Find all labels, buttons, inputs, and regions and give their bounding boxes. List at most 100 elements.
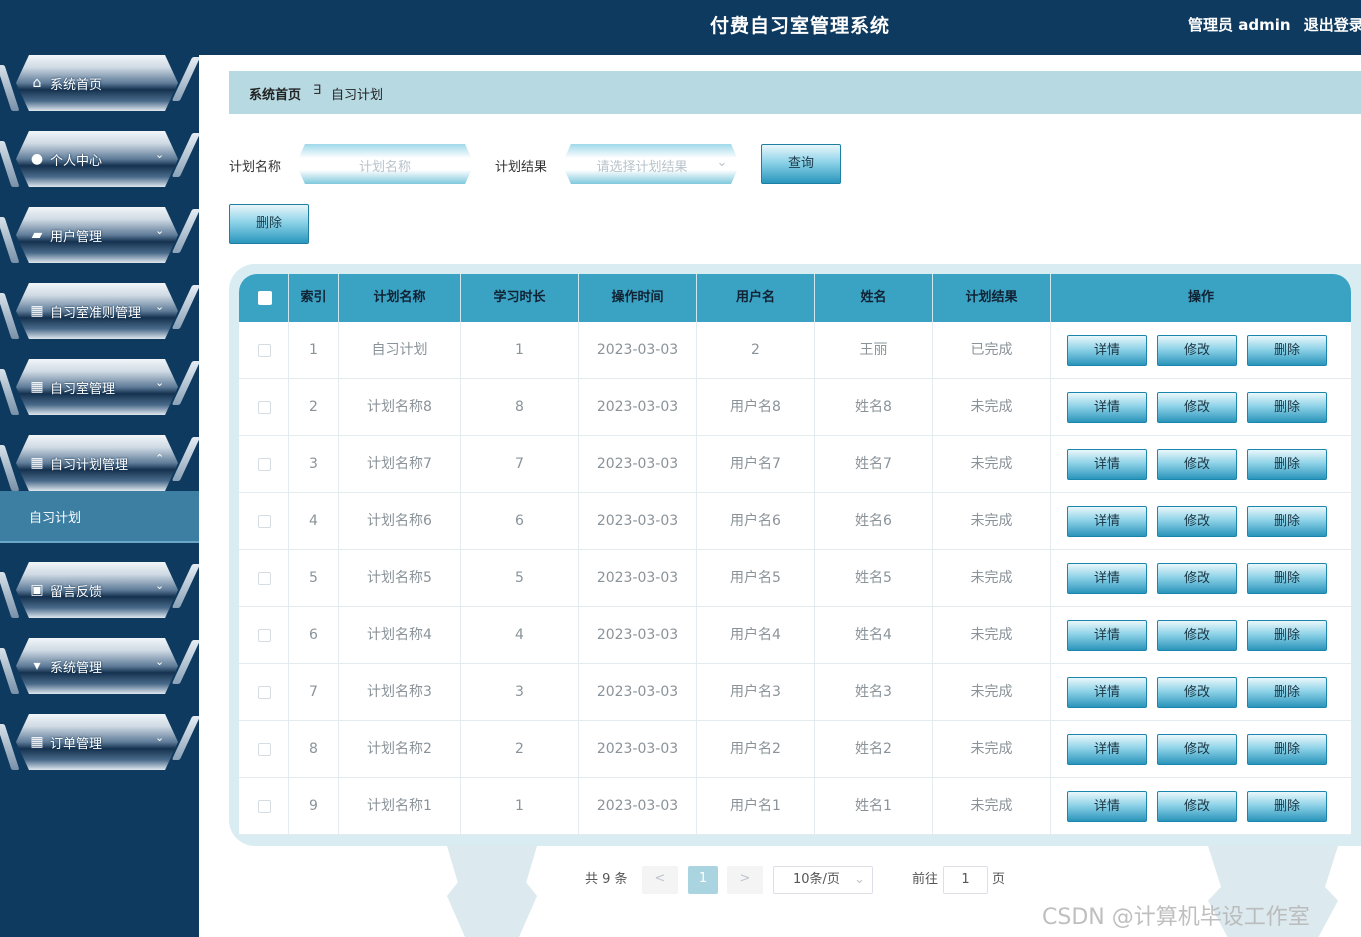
page-number-current[interactable]: 1 xyxy=(688,866,718,894)
edit-button[interactable]: 修改 xyxy=(1157,620,1237,651)
table-cell: 2023-03-03 xyxy=(579,379,697,436)
chevron-down-icon: ⌄ xyxy=(716,155,728,170)
table-cell: 用户名3 xyxy=(697,664,815,721)
sidebar-item[interactable]: ▾ 系统管理 ⌄ xyxy=(0,638,201,696)
sidebar-item[interactable]: ▰ 用户管理 ⌄ xyxy=(0,207,201,265)
row-checkbox[interactable] xyxy=(258,800,271,813)
sidebar-item[interactable]: ⌂ 系统首页 xyxy=(0,55,201,113)
submenu-divider xyxy=(0,541,199,543)
table-cell: 未完成 xyxy=(933,379,1051,436)
select-all-checkbox[interactable] xyxy=(258,291,272,305)
app-title: 付费自习室管理系统 xyxy=(709,15,890,37)
page-size-select[interactable]: 10条/页 ⌄ xyxy=(773,866,873,894)
row-checkbox[interactable] xyxy=(258,686,271,699)
edit-button[interactable]: 修改 xyxy=(1157,449,1237,480)
batch-delete-button[interactable]: 删除 xyxy=(229,204,309,244)
table-cell: 3 xyxy=(461,664,579,721)
edit-button[interactable]: 修改 xyxy=(1157,506,1237,537)
edit-button[interactable]: 修改 xyxy=(1157,734,1237,765)
table-cell: 计划名称4 xyxy=(339,607,461,664)
table-cell: 2023-03-03 xyxy=(579,493,697,550)
delete-button[interactable]: 删除 xyxy=(1247,335,1327,366)
sidebar-item[interactable]: ● 个人中心 ⌄ xyxy=(0,131,201,189)
edit-button[interactable]: 修改 xyxy=(1157,392,1237,423)
delete-button[interactable]: 删除 xyxy=(1247,734,1327,765)
detail-button[interactable]: 详情 xyxy=(1067,392,1147,423)
edit-button[interactable]: 修改 xyxy=(1157,677,1237,708)
table-row: 1 自习计划 1 2023-03-03 2 王丽 已完成 详情 修改 删除 xyxy=(239,322,1351,379)
row-checkbox-cell xyxy=(239,322,289,379)
sidebar-item[interactable]: ▦ 自习计划管理 ⌃ xyxy=(0,435,201,493)
breadcrumb-home[interactable]: 系统首页 xyxy=(249,84,301,103)
chevron-icon: ⌄ xyxy=(155,655,165,668)
ticket-icon: ▰ xyxy=(31,227,43,243)
table-cell: 计划名称1 xyxy=(339,778,461,835)
column-header: 操作时间 xyxy=(579,274,697,322)
table-cell: 3 xyxy=(289,436,339,493)
table-cell: 姓名4 xyxy=(815,607,933,664)
prev-page-button[interactable]: < xyxy=(642,866,678,894)
row-checkbox[interactable] xyxy=(258,572,271,585)
table-cell: 2023-03-03 xyxy=(579,721,697,778)
delete-button[interactable]: 删除 xyxy=(1247,449,1327,480)
goto-page-input[interactable]: 1 xyxy=(943,866,988,894)
detail-button[interactable]: 详情 xyxy=(1067,506,1147,537)
actions-cell: 详情 修改 删除 xyxy=(1051,721,1351,778)
detail-button[interactable]: 详情 xyxy=(1067,734,1147,765)
delete-button[interactable]: 删除 xyxy=(1247,506,1327,537)
table-cell: 用户名5 xyxy=(697,550,815,607)
sidebar-item-label: 个人中心 xyxy=(50,154,103,169)
detail-button[interactable]: 详情 xyxy=(1067,449,1147,480)
edit-button[interactable]: 修改 xyxy=(1157,791,1237,822)
delete-button[interactable]: 删除 xyxy=(1247,677,1327,708)
delete-button[interactable]: 删除 xyxy=(1247,392,1327,423)
menu-decor-left xyxy=(0,445,20,491)
detail-button[interactable]: 详情 xyxy=(1067,335,1147,366)
next-page-button[interactable]: > xyxy=(727,866,763,894)
plan-name-input[interactable]: 计划名称 xyxy=(296,144,474,184)
page-unit-label: 页 xyxy=(992,872,1006,887)
plan-result-select[interactable]: 请选择计划结果 ⌄ xyxy=(562,144,740,184)
menu-decor-left xyxy=(0,141,20,187)
row-checkbox[interactable] xyxy=(258,515,271,528)
table-cell: 王丽 xyxy=(815,322,933,379)
row-checkbox[interactable] xyxy=(258,458,271,471)
table-cell: 2023-03-03 xyxy=(579,607,697,664)
delete-button[interactable]: 删除 xyxy=(1247,563,1327,594)
table-cell: 7 xyxy=(289,664,339,721)
user-icon: ● xyxy=(30,151,44,167)
edit-button[interactable]: 修改 xyxy=(1157,335,1237,366)
sidebar-item-label: 用户管理 xyxy=(50,230,103,245)
row-checkbox[interactable] xyxy=(258,401,271,414)
detail-button[interactable]: 详情 xyxy=(1067,563,1147,594)
table-cell: 计划名称5 xyxy=(339,550,461,607)
detail-button[interactable]: 详情 xyxy=(1067,791,1147,822)
sidebar-item[interactable]: ▦ 自习室管理 ⌄ xyxy=(0,359,201,417)
edit-button[interactable]: 修改 xyxy=(1157,563,1237,594)
table-cell: 姓名2 xyxy=(815,721,933,778)
detail-button[interactable]: 详情 xyxy=(1067,677,1147,708)
delete-button[interactable]: 删除 xyxy=(1247,791,1327,822)
table-cell: 5 xyxy=(461,550,579,607)
row-checkbox[interactable] xyxy=(258,743,271,756)
row-checkbox-cell xyxy=(239,778,289,835)
query-button[interactable]: 查询 xyxy=(761,144,841,184)
logout-link[interactable]: 退出登录 xyxy=(1304,16,1361,34)
table-cell: 2 xyxy=(461,721,579,778)
sidebar-item[interactable]: ▦ 订单管理 ⌄ xyxy=(0,714,201,772)
detail-button[interactable]: 详情 xyxy=(1067,620,1147,651)
sidebar-item[interactable]: ▦ 自习室准则管理 ⌄ xyxy=(0,283,201,341)
grid-icon: ▦ xyxy=(30,303,44,319)
row-checkbox[interactable] xyxy=(258,344,271,357)
sidebar-subitem-study-plan[interactable]: 自习计划 xyxy=(0,491,199,541)
table-cell: 4 xyxy=(289,493,339,550)
table-cell: 计划名称7 xyxy=(339,436,461,493)
table-cell: 姓名6 xyxy=(815,493,933,550)
table-header: 索引 计划名称 学习时长 操作时间 用户名 姓名 计划结果 操作 xyxy=(239,274,1351,322)
sidebar-item[interactable]: ▣ 留言反馈 ⌄ xyxy=(0,562,201,620)
sidebar-item-label: 自习室准则管理 xyxy=(50,306,142,321)
table-cell: 未完成 xyxy=(933,721,1051,778)
delete-button[interactable]: 删除 xyxy=(1247,620,1327,651)
table-row: 7 计划名称3 3 2023-03-03 用户名3 姓名3 未完成 详情 修改 删除 xyxy=(239,664,1351,721)
row-checkbox[interactable] xyxy=(258,629,271,642)
